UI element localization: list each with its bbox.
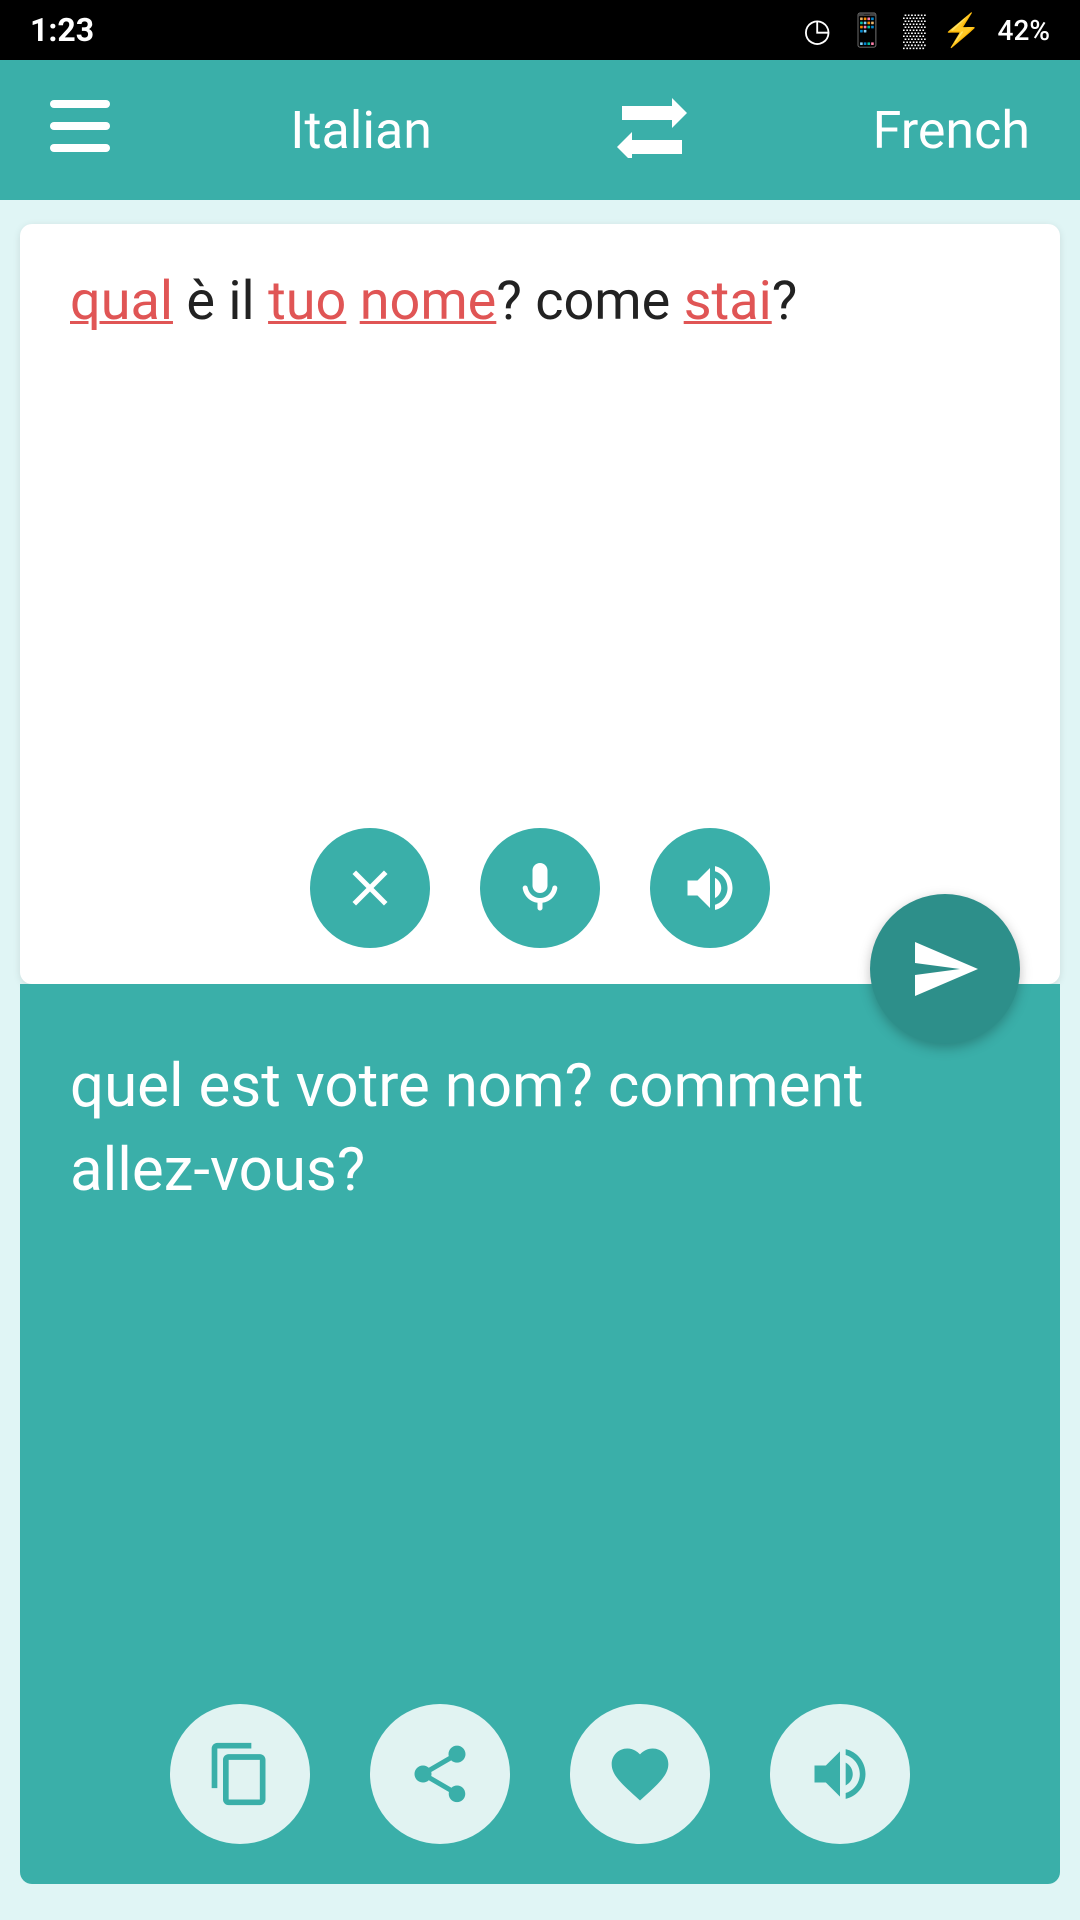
send-button[interactable] <box>870 894 1020 1044</box>
time-display: 1:23 <box>30 11 94 49</box>
input-text[interactable]: qual è il tuo nome? come stai? <box>70 264 1010 340</box>
input-panel: qual è il tuo nome? come stai? <box>20 224 1060 984</box>
clear-button[interactable] <box>310 828 430 948</box>
battery-display: 42% <box>998 14 1050 47</box>
word-nome: nome <box>360 270 497 333</box>
favorite-button[interactable] <box>570 1704 710 1844</box>
swap-language-icon[interactable] <box>612 88 692 173</box>
output-panel: quel est votre nom? comment allez-vous? <box>20 984 1060 1884</box>
status-icons: ◷ 📱 ▒ ⚡ 42% <box>803 11 1050 49</box>
menu-icon[interactable] <box>50 100 110 161</box>
alarm-icon: ◷ <box>803 11 831 49</box>
source-language[interactable]: Italian <box>290 100 432 161</box>
charging-icon: ⚡ <box>942 11 982 49</box>
toolbar: Italian French <box>0 60 1080 200</box>
copy-button[interactable] <box>170 1704 310 1844</box>
word-stai: stai <box>684 270 772 333</box>
status-bar: 1:23 ◷ 📱 ▒ ⚡ 42% <box>0 0 1080 60</box>
speak-output-button[interactable] <box>770 1704 910 1844</box>
speak-input-button[interactable] <box>650 828 770 948</box>
word-space1 <box>346 270 359 333</box>
target-language[interactable]: French <box>873 100 1030 161</box>
word-e-il: è il <box>173 270 268 333</box>
panels-wrapper: qual è il tuo nome? come stai? <box>0 224 1080 1884</box>
word-come: ? come <box>496 270 683 333</box>
output-actions <box>20 1704 1060 1844</box>
sim-icon: 📱 <box>847 11 887 49</box>
signal-icon: ▒ <box>903 11 926 49</box>
mic-button[interactable] <box>480 828 600 948</box>
output-text: quel est votre nom? comment allez-vous? <box>70 1044 1010 1212</box>
word-question: ? <box>772 270 798 333</box>
share-button[interactable] <box>370 1704 510 1844</box>
word-qual: qual <box>70 270 173 333</box>
word-tuo: tuo <box>268 270 346 333</box>
